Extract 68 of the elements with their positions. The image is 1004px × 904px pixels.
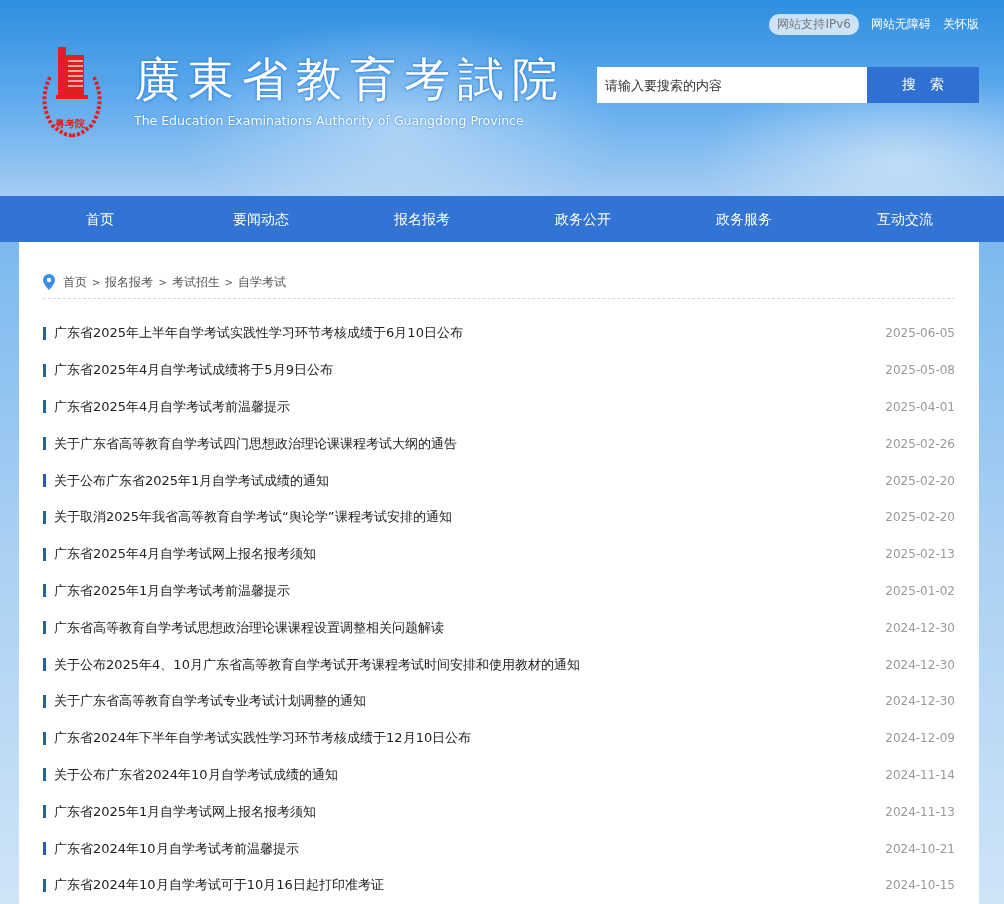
article-link[interactable]: 广东省2024年10月自学考试可于10月16日起打印准考证 xyxy=(54,876,886,895)
breadcrumb-separator: > xyxy=(158,276,167,288)
nav-item[interactable]: 政务服务 xyxy=(663,196,824,242)
article-link[interactable]: 关于公布2025年4、10月广东省高等教育自学考试开考课程考试时间安排和使用教材的通知 xyxy=(54,655,886,674)
search-field[interactable]: 请输入要搜索的内容 xyxy=(597,67,867,103)
article-link[interactable]: 广东省2024年10月自学考试考前温馨提示 xyxy=(54,839,886,858)
list-marker xyxy=(43,842,46,856)
article-date: 2025-05-08 xyxy=(885,363,955,378)
article-link[interactable]: 关于广东省高等教育自学考试四门思想政治理论课课程考试大纲的通告 xyxy=(54,434,886,453)
article-date: 2025-04-01 xyxy=(885,400,955,414)
list-marker xyxy=(43,658,46,672)
article-date: 2025-02-26 xyxy=(885,436,955,451)
article-date: 2025-02-20 xyxy=(885,473,955,488)
list-marker xyxy=(43,547,46,561)
article-date: 2024-10-21 xyxy=(885,841,955,856)
location-pin-icon xyxy=(43,274,55,290)
article-link[interactable]: 广东省高等教育自学考试思想政治理论课课程设置调整相关问题解读 xyxy=(54,618,886,637)
site-subtitle: The Education Examinations Authority of Guangdong Province xyxy=(134,112,525,128)
list-marker xyxy=(43,584,46,598)
breadcrumb-link[interactable]: 首页 xyxy=(63,274,87,290)
article-date: 2025-01-02 xyxy=(885,583,955,598)
nav-item[interactable]: 政务公开 xyxy=(502,196,663,242)
article-date: 2024-12-30 xyxy=(885,694,955,709)
article-link[interactable]: 关于公布广东省2025年1月自学考试成绩的通知 xyxy=(54,471,886,490)
ipv6-badge: 网站支持IPv6 xyxy=(769,14,859,35)
article-link[interactable]: 广东省2025年4月自学考试成绩将于5月9日公布 xyxy=(54,361,886,380)
list-marker xyxy=(43,437,46,451)
list-marker xyxy=(43,768,46,782)
nav-item[interactable]: 报名报考 xyxy=(341,196,502,242)
article-date: 2024-11-13 xyxy=(885,804,955,819)
list-marker xyxy=(43,694,46,708)
article-link[interactable]: 关于广东省高等教育自学考试专业考试计划调整的通知 xyxy=(54,692,886,711)
breadcrumb-link[interactable]: 自学考试 xyxy=(238,274,287,290)
breadcrumb-separator: > xyxy=(224,276,234,288)
breadcrumb-separator: > xyxy=(92,276,101,288)
article-date: 2024-12-30 xyxy=(885,657,955,672)
article-date: 2025-02-13 xyxy=(885,547,955,562)
article-link[interactable]: 关于取消2025年我省高等教育自学考试“舆论学”课程考试安排的通知 xyxy=(54,508,886,527)
article-link[interactable]: 广东省2025年4月自学考试网上报名报考须知 xyxy=(54,545,886,564)
article-date: 2025-02-20 xyxy=(885,510,955,525)
search-button[interactable]: 搜 索 xyxy=(867,67,979,103)
nav-item[interactable]: 首页 xyxy=(19,196,180,242)
list-marker xyxy=(43,474,46,488)
nav-item[interactable]: 要闻动态 xyxy=(180,196,341,242)
emblem-text: 粤考院 xyxy=(55,117,85,131)
article-link[interactable]: 关于公布广东省2024年10月自学考试成绩的通知 xyxy=(54,765,886,784)
article-date: 2024-11-14 xyxy=(885,767,955,782)
list-marker xyxy=(43,510,46,524)
article-date: 2024-12-09 xyxy=(885,731,955,746)
breadcrumb-link[interactable]: 报名报考 xyxy=(105,274,154,290)
list-marker xyxy=(43,363,46,377)
list-marker xyxy=(43,326,46,340)
list-marker xyxy=(43,805,46,819)
article-link[interactable]: 广东省2025年4月自学考试考前温馨提示 xyxy=(54,398,886,416)
list-marker xyxy=(43,400,46,414)
article-link[interactable]: 广东省2024年下半年自学考试实践性学习环节考核成绩于12月10日公布 xyxy=(54,729,886,748)
article-link[interactable]: 广东省2025年1月自学考试考前温馨提示 xyxy=(54,581,886,600)
site-title: 廣東省教育考試院 xyxy=(134,50,566,108)
article-date: 2024-10-15 xyxy=(885,878,955,893)
list-marker xyxy=(43,878,46,892)
list-marker xyxy=(43,731,46,745)
article-date: 2024-12-30 xyxy=(885,620,955,635)
article-link[interactable]: 广东省2025年上半年自学考试实践性学习环节考核成绩于6月10日公布 xyxy=(54,324,886,343)
article-date: 2025-06-05 xyxy=(885,326,955,341)
article-link[interactable]: 广东省2025年1月自学考试网上报名报考须知 xyxy=(54,802,886,821)
list-marker xyxy=(43,621,46,635)
breadcrumb-link[interactable]: 考试招生 xyxy=(171,274,220,290)
nav-item[interactable]: 互动交流 xyxy=(824,196,985,242)
